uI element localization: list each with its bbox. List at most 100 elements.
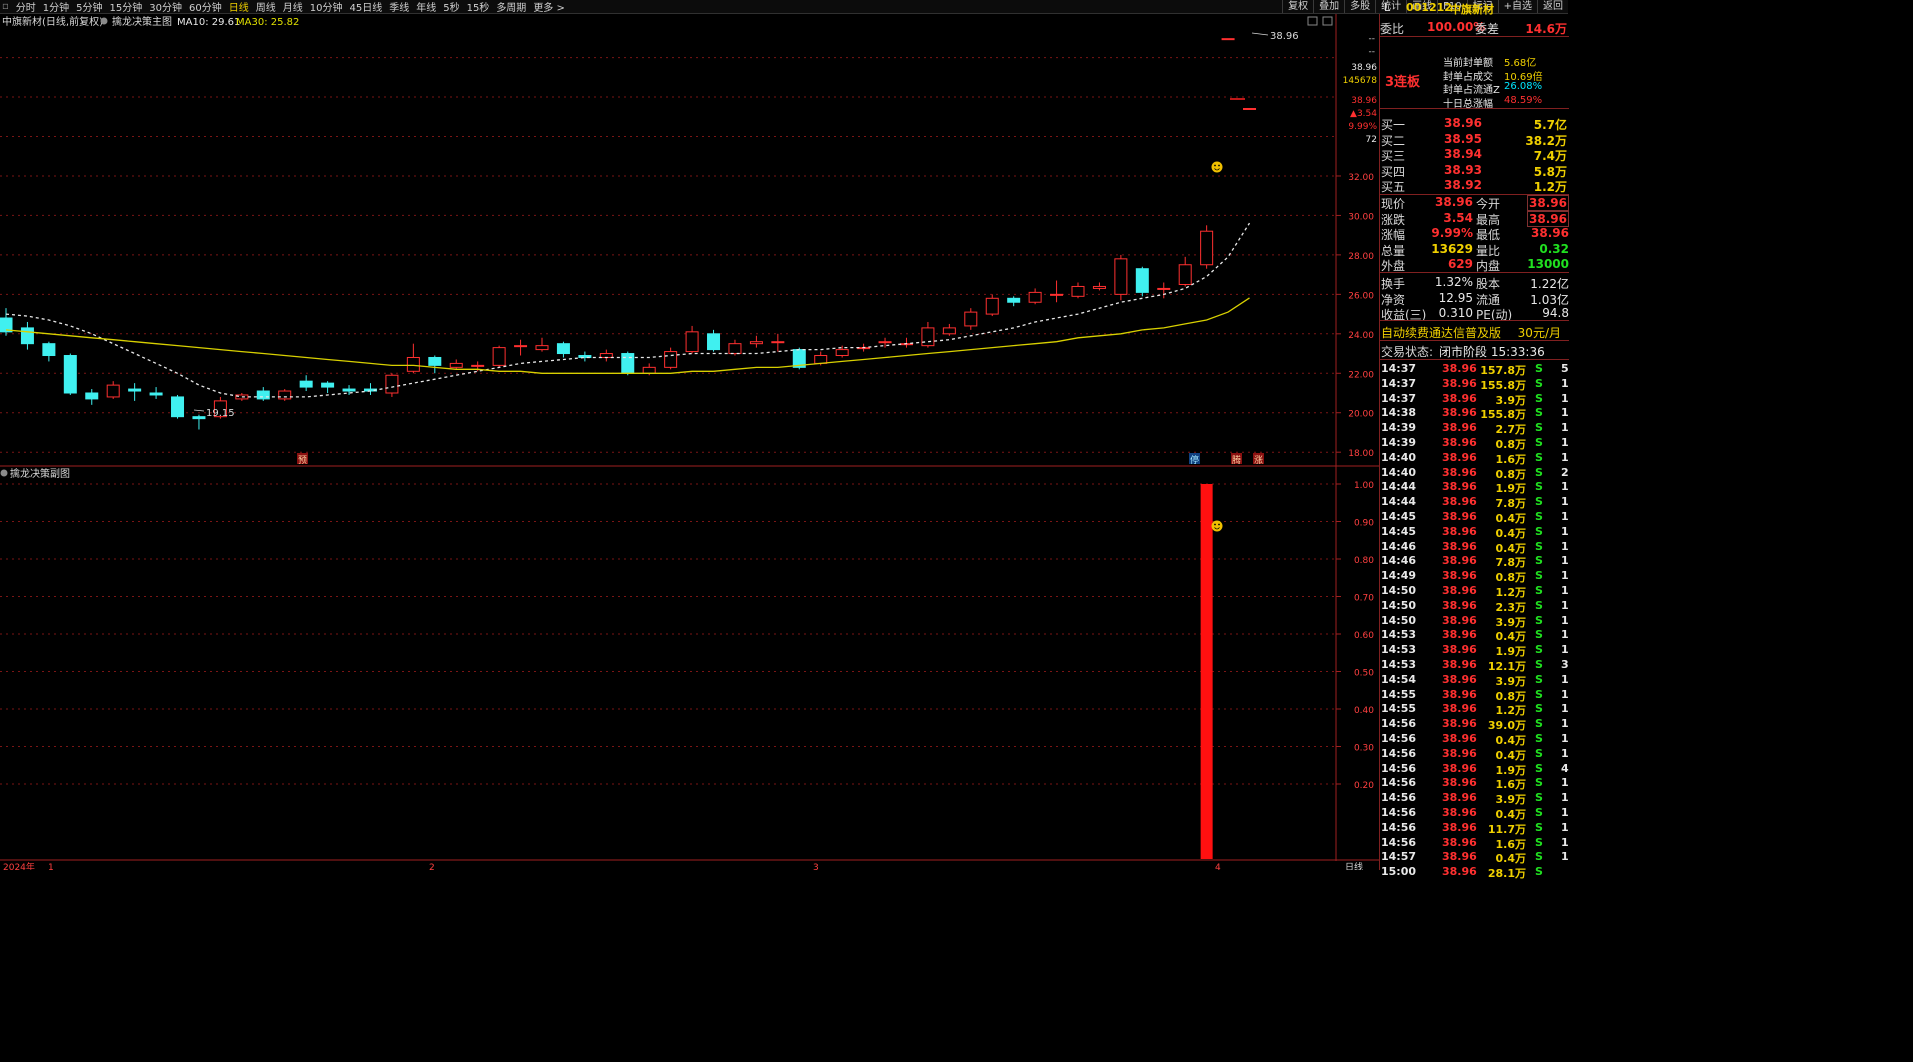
bid-row[interactable]: 买三 38.94 7.4万 (1380, 147, 1569, 163)
period-tab[interactable]: 分时 (16, 0, 36, 14)
period-tab[interactable]: 10分钟 (310, 0, 343, 14)
quote-row: 总量 13629 量比 0.32 (1380, 241, 1569, 258)
period-tab[interactable]: 1分钟 (43, 0, 69, 14)
tick-volume: 0.4万 (1495, 734, 1527, 747)
tick-price: 38.96 (1442, 391, 1477, 405)
bid-row[interactable]: 买四 38.93 5.8万 (1380, 163, 1569, 179)
tick-side: S (1535, 702, 1543, 716)
tick-volume: 155.8万 (1480, 378, 1526, 392)
fund-label: 股本 (1476, 277, 1501, 291)
menu-icon[interactable]: ▫ (2, 1, 9, 12)
tick-row: 14:56 38.96 11.7万 S 1 (1380, 820, 1569, 836)
tick-price: 38.96 (1442, 806, 1477, 819)
date-axis-label: 2024年 (3, 861, 35, 870)
chart-area[interactable]: 18.00 20.00 22.00 24.00 26.00 28.00 30.00 32.00… (0, 14, 1379, 870)
fund-label: 换手 (1381, 277, 1406, 291)
period-tab[interactable]: 5分钟 (76, 0, 102, 14)
tick-time: 14:54 (1381, 672, 1417, 686)
tick-row: 14:40 38.96 0.8万 S 2 (1380, 466, 1569, 481)
tick-time: 14:56 (1381, 732, 1417, 745)
bid-volume: 7.4万 (1533, 149, 1567, 163)
tick-row: 14:40 38.96 1.6万 S 1 (1380, 450, 1569, 466)
y-tick-label: 26.00 (1348, 291, 1374, 301)
y-tick-label: 18.00 (1348, 449, 1374, 459)
tick-side: S (1535, 820, 1543, 834)
quote-value: 0.32 (1539, 241, 1569, 256)
period-tab[interactable]: 年线 (416, 0, 436, 14)
tick-time: 14:37 (1381, 376, 1417, 390)
tick-side: S (1535, 761, 1543, 775)
period-tab[interactable]: 15秒 (467, 0, 490, 14)
high-price-marker: 38.96 (1270, 31, 1299, 42)
tick-count: 1 (1561, 702, 1569, 716)
period-tab[interactable]: 5秒 (443, 0, 459, 14)
period-tab[interactable]: 月线 (283, 0, 303, 14)
tick-time: 14:39 (1381, 436, 1417, 449)
tick-price: 38.96 (1442, 421, 1477, 435)
tick-price: 38.96 (1442, 776, 1477, 790)
tick-volume: 155.8万 (1480, 408, 1526, 422)
quote-value: 38.96 (1531, 226, 1569, 240)
ma30-legend: MA30: 25.82 (236, 17, 299, 28)
tick-volume: 1.2万 (1495, 586, 1527, 599)
tool-button[interactable]: 叠加 (1313, 0, 1344, 13)
indicator-dropdown-icon[interactable] (100, 17, 108, 25)
period-tab[interactable]: 60分钟 (189, 0, 222, 14)
period-label[interactable]: 日线 (1345, 861, 1363, 870)
quote-label: 量比 (1476, 243, 1501, 258)
status-value: 闭市阶段 15:33:36 (1439, 345, 1545, 359)
period-tab[interactable]: 周线 (256, 0, 276, 14)
bid-row[interactable]: 买二 38.95 38.2万 (1380, 132, 1569, 148)
tick-volume: 1.2万 (1495, 704, 1527, 718)
sub-y-tick-label: 0.90 (1354, 519, 1374, 529)
tick-count: 1 (1561, 746, 1569, 760)
signal-bar (1200, 484, 1213, 859)
bid-row[interactable]: 买一 38.96 5.7亿 (1380, 116, 1569, 132)
tick-volume: 0.8万 (1495, 571, 1527, 585)
tick-row: 14:56 38.96 1.6万 S 1 (1380, 836, 1569, 851)
tick-count: 4 (1561, 761, 1569, 775)
ad-row[interactable]: 自动续费通达信普及版 30元/月 (1380, 324, 1569, 341)
sub-chart-title[interactable]: 擒龙决策副图 (10, 467, 70, 480)
tool-button[interactable]: 复权 (1282, 0, 1313, 13)
date-axis-label: 1 (48, 863, 54, 870)
period-tab[interactable]: 30分钟 (149, 0, 182, 14)
candle (621, 351, 635, 376)
fund-value: 1.22亿 (1530, 277, 1569, 291)
tool-button[interactable]: 多股 (1344, 0, 1375, 13)
period-tab[interactable]: 多周期 (496, 0, 526, 14)
quote-row: 涨跌 3.54 最高 38.96 (1380, 210, 1569, 227)
period-tab[interactable]: 更多 > (533, 0, 565, 14)
tick-time: 14:45 (1381, 510, 1417, 523)
sub-y-tick-label: 0.30 (1354, 744, 1374, 754)
tick-price: 38.96 (1442, 865, 1477, 879)
tick-row: 14:44 38.96 1.9万 S 1 (1380, 480, 1569, 495)
axis-volume-readout: 145678 (1343, 76, 1378, 86)
axis-price-readout: 38.96 (1351, 63, 1377, 73)
bid-row[interactable]: 买五 38.92 1.2万 (1380, 178, 1569, 194)
tick-count: 1 (1561, 717, 1569, 731)
main-indicator-name[interactable]: 擒龙决策主图 (112, 15, 172, 28)
tick-side: S (1535, 450, 1543, 464)
ad-price[interactable]: 30元/月 (1518, 324, 1561, 341)
period-tab[interactable]: 15分钟 (110, 0, 143, 14)
tick-volume: 7.8万 (1495, 497, 1527, 511)
sub-indicator-dropdown-icon[interactable] (0, 469, 8, 477)
tick-side: S (1535, 776, 1543, 790)
quote-panel: L 001212 中旗新材 委比 100.00% 委差 14.6万 3连板 当前… (1379, 1, 1569, 880)
ad-text[interactable]: 自动续费通达信普及版 (1381, 324, 1501, 341)
tick-side: S (1535, 539, 1543, 553)
period-tab[interactable]: 季线 (389, 0, 409, 14)
tick-time: 14:49 (1381, 569, 1417, 583)
tick-time: 14:50 (1381, 584, 1417, 597)
period-tab[interactable]: 日线 (229, 0, 249, 14)
period-tab[interactable]: 45日线 (349, 0, 382, 14)
weibi-label: 委比 (1380, 22, 1405, 36)
tick-time: 14:46 (1381, 539, 1417, 553)
tick-side: S (1535, 510, 1543, 523)
tick-row: 14:53 38.96 1.9万 S 1 (1380, 643, 1569, 658)
tick-row: 14:56 38.96 39.0万 S 1 (1380, 717, 1569, 732)
ma10-legend: MA10: 29.61 (177, 17, 240, 28)
period-toolbar: ▫ 分时 1分钟 5分钟 15分钟 30分钟 60分钟 日线 周线 月线 10分钟 45日线 季线 年线 5… (0, 0, 1568, 14)
tick-price: 38.96 (1442, 362, 1477, 375)
